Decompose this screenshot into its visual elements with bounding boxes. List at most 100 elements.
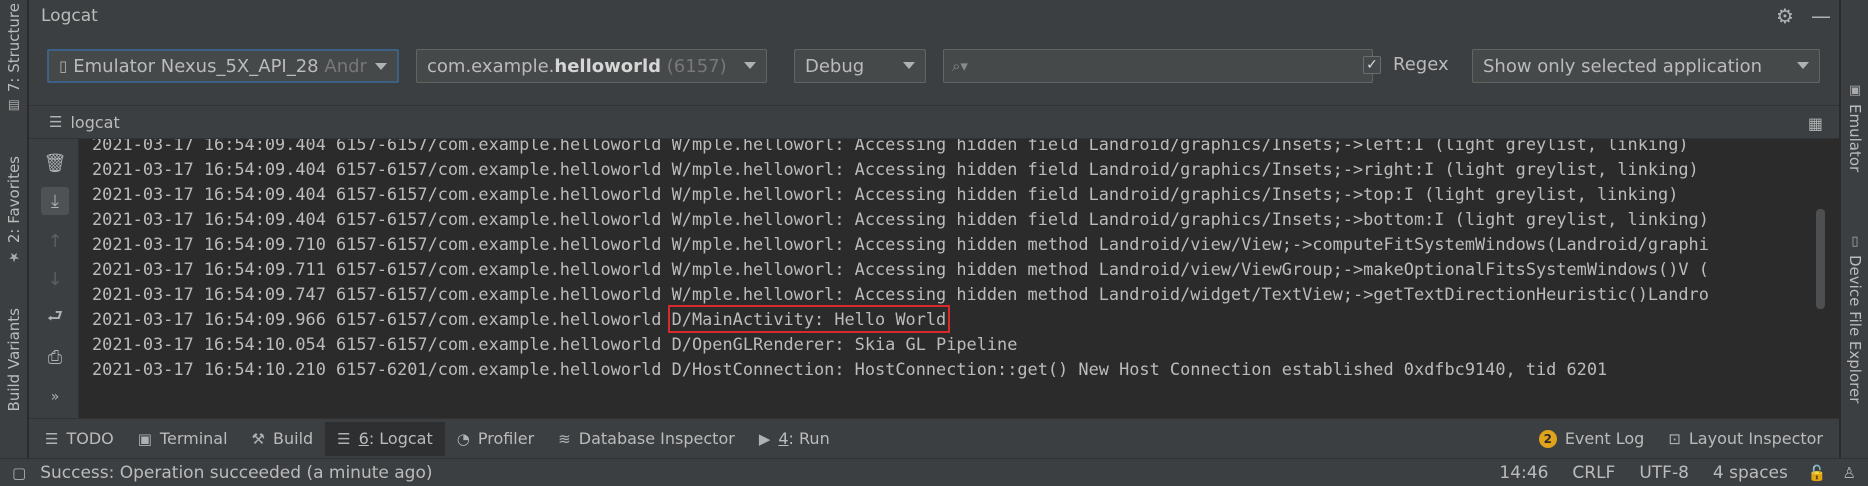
right-tool-stripe: ▣ Emulator ▯ Device File Explorer [1840, 0, 1868, 458]
process-package-prefix: com.example. [427, 55, 555, 77]
build-variants-stripe-button[interactable]: Build Variants [0, 300, 28, 420]
build-variants-label: Build Variants [5, 308, 23, 412]
log-line: 2021-03-17 16:54:09.404 6157-6157/com.ex… [92, 139, 1689, 154]
device-suffix: Andr [324, 55, 367, 77]
layout-inspector-icon: ⊡ [1668, 429, 1681, 448]
terminal-icon: ▣ [137, 429, 152, 448]
tab-logcat[interactable]: logcat [70, 113, 119, 132]
run-tool-label: 4: Run [778, 429, 829, 448]
list-icon: ☰ [337, 429, 351, 448]
run-label: : Run [788, 429, 830, 448]
device-file-explorer-stripe-button[interactable]: ▯ Device File Explorer [1841, 214, 1868, 424]
more-icon[interactable]: » [41, 383, 69, 411]
logcat-tool-button[interactable]: ☰ 6: Logcat [325, 421, 445, 456]
caret-position[interactable]: 14:46 [1487, 463, 1560, 483]
profiler-label: Profiler [477, 429, 535, 448]
filter-selector[interactable]: Show only selected application [1472, 49, 1820, 83]
layout-inspector-tool-button[interactable]: ⊡ Layout Inspector [1656, 422, 1839, 456]
arrow-down-icon[interactable]: ↓ [41, 265, 69, 293]
build-label: Build [273, 429, 314, 448]
log-line: 2021-03-17 16:54:09.711 6157-6157/com.ex… [92, 259, 1709, 279]
device-name: Emulator Nexus_5X_API_28 [73, 55, 319, 77]
process-selector[interactable]: com.example. helloworld (6157) [416, 49, 767, 83]
build-tool-button[interactable]: ⚒ Build [240, 422, 326, 456]
log-level-value: Debug [805, 55, 865, 77]
status-message[interactable]: Success: Operation succeeded (a minute a… [40, 463, 432, 483]
logcat-tool-label: 6: Logcat [359, 429, 433, 448]
todo-tool-button[interactable]: ☰ TODO [29, 422, 126, 456]
logcat-label: : Logcat [368, 429, 433, 448]
favorites-stripe-button[interactable]: ★ 2: Favorites [0, 150, 28, 270]
lock-icon[interactable]: 🔓 [1800, 464, 1835, 482]
device-selector[interactable]: ▯ Emulator Nexus_5X_API_28 Andr [47, 49, 399, 83]
gear-icon[interactable]: ⚙ [1767, 4, 1803, 28]
window-title: Logcat [41, 5, 98, 26]
layout-options-icon[interactable]: ▦ [1808, 114, 1823, 133]
scroll-to-end-icon[interactable]: ⤓ [41, 187, 69, 215]
arrow-up-icon[interactable]: ↑ [41, 227, 69, 255]
minimize-icon[interactable]: — [1803, 4, 1839, 28]
highlighted-log-message: D/MainActivity: Hello World [667, 305, 951, 333]
emulator-icon: ▣ [1848, 83, 1862, 99]
line-separator[interactable]: CRLF [1560, 463, 1627, 483]
favorites-label: 2: Favorites [5, 155, 23, 244]
structure-icon: ▤ [7, 98, 21, 114]
menu-lines-icon: ☰ [49, 113, 63, 131]
regex-label: Regex [1393, 54, 1449, 75]
hammer-icon: ⚒ [251, 429, 265, 448]
log-line-highlighted: 2021-03-17 16:54:09.966 6157-6157/com.ex… [92, 305, 951, 333]
layout-inspector-label: Layout Inspector [1688, 429, 1823, 448]
structure-label: 7: Structure [5, 2, 23, 93]
log-level-selector[interactable]: Debug [794, 49, 926, 83]
print-icon[interactable]: ⎙ [41, 343, 69, 371]
regex-checkbox[interactable]: ✓ [1363, 56, 1381, 74]
run-shortcut-number: 4 [778, 429, 789, 448]
status-bar: ▢ Success: Operation succeeded (a minute… [0, 458, 1868, 486]
emulator-stripe-button[interactable]: ▣ Emulator [1841, 78, 1868, 178]
log-line: 2021-03-17 16:54:09.710 6157-6157/com.ex… [92, 234, 1709, 254]
star-icon: ★ [8, 249, 20, 265]
process-pid: (6157) [666, 55, 727, 77]
inspector-icon[interactable]: ♙ [1835, 464, 1868, 482]
soft-wrap-icon[interactable]: ⮐ [41, 305, 69, 333]
chevron-down-icon [1797, 62, 1809, 69]
gauge-icon: ◔ [456, 429, 470, 448]
terminal-tool-button[interactable]: ▣ Terminal [126, 422, 240, 456]
search-icon: ⌕▾ [952, 57, 968, 75]
log-line: 2021-03-17 16:54:09.404 6157-6157/com.ex… [92, 209, 1709, 229]
file-encoding[interactable]: UTF-8 [1627, 463, 1701, 483]
event-log-label: Event Log [1564, 429, 1645, 448]
log-line: 2021-03-17 16:54:09.404 6157-6157/com.ex… [92, 184, 1679, 204]
filter-value: Show only selected application [1483, 55, 1763, 77]
database-icon: ≋ [558, 429, 571, 448]
log-line: 2021-03-17 16:54:09.747 6157-6157/com.ex… [92, 284, 1709, 304]
database-inspector-tool-button[interactable]: ≋ Database Inspector [546, 422, 747, 456]
play-icon: ▶ [758, 429, 771, 448]
logcat-titlebar: Logcat ⚙ — [29, 0, 1839, 31]
log-line-prefix: 2021-03-17 16:54:09.966 6157-6157/com.ex… [92, 309, 672, 329]
tool-window-bar: ☰ TODO ▣ Terminal ⚒ Build ☰ 6: Logcat ◔ Profi… [29, 418, 1839, 458]
structure-stripe-button[interactable]: ▤ 7: Structure [0, 2, 28, 114]
todo-label: TODO [66, 429, 114, 448]
logcat-toolbar: ▯ Emulator Nexus_5X_API_28 Andr com.exam… [29, 31, 1839, 105]
indent-setting[interactable]: 4 spaces [1701, 463, 1800, 483]
log-line: 2021-03-17 16:54:10.210 6157-6201/com.ex… [92, 359, 1608, 379]
profiler-tool-button[interactable]: ◔ Profiler [445, 422, 546, 456]
logcat-shortcut-number: 6 [358, 429, 369, 448]
run-tool-button[interactable]: ▶ 4: Run [747, 422, 842, 456]
trash-icon[interactable]: 🗑 [41, 149, 69, 177]
chevron-down-icon [375, 63, 387, 70]
log-search-field[interactable]: ⌕▾ [943, 49, 1373, 83]
log-output[interactable]: 2021-03-17 16:54:09.404 6157-6157/com.ex… [80, 139, 1827, 418]
search-input[interactable] [973, 50, 1372, 82]
device-icon: ▯ [59, 57, 68, 75]
event-log-tool-button[interactable]: 2 Event Log [1527, 422, 1657, 456]
square-icon[interactable]: ▢ [8, 464, 30, 482]
log-line: 2021-03-17 16:54:10.054 6157-6157/com.ex… [92, 334, 1018, 354]
list-icon: ☰ [45, 429, 59, 448]
chevron-down-icon [744, 62, 756, 69]
vertical-scrollbar-thumb[interactable] [1816, 209, 1825, 309]
logcat-tab-row: ☰ logcat ▦ [29, 105, 1839, 139]
chevron-down-icon [903, 62, 915, 69]
logcat-side-toolbar: 🗑 ⤓ ↑ ↓ ⮐ ⎙ » [29, 139, 79, 418]
